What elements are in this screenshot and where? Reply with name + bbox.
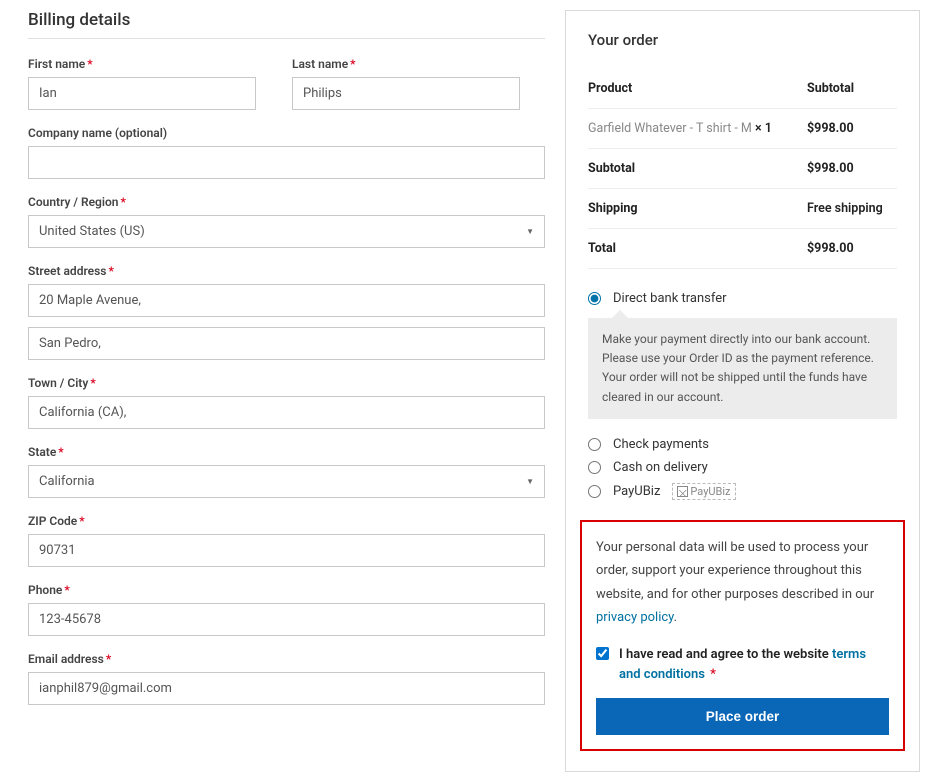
required-marker: *	[106, 652, 111, 666]
email-label: Email address*	[28, 652, 545, 666]
required-marker: *	[58, 445, 63, 459]
payment-check-label: Check payments	[613, 437, 709, 452]
required-marker: *	[350, 57, 355, 71]
last-name-label: Last name*	[292, 57, 520, 71]
country-label: Country / Region*	[28, 195, 545, 209]
last-name-input[interactable]	[292, 77, 520, 110]
subtotal-header: Subtotal	[807, 69, 897, 109]
total-value: $998.00	[807, 229, 897, 269]
subtotal-label: Subtotal	[588, 149, 807, 189]
payment-option-cod[interactable]: Cash on delivery	[588, 456, 897, 479]
radio-payu[interactable]	[588, 485, 601, 498]
payment-bank-label: Direct bank transfer	[613, 291, 727, 306]
product-qty: × 1	[755, 121, 772, 136]
zip-label: ZIP Code*	[28, 514, 545, 528]
order-table: Product Subtotal Garfield Whatever - T s…	[588, 69, 897, 269]
payment-cod-label: Cash on delivery	[613, 460, 708, 475]
state-value: California	[39, 474, 95, 489]
total-label: Total	[588, 229, 807, 269]
terms-checkbox[interactable]	[596, 647, 609, 660]
billing-title: Billing details	[28, 10, 545, 30]
company-label: Company name (optional)	[28, 126, 545, 140]
table-row: Total $998.00	[588, 229, 897, 269]
required-marker: *	[79, 514, 84, 528]
payment-bank-desc: Make your payment directly into our bank…	[588, 318, 897, 419]
divider	[28, 38, 545, 39]
required-marker: *	[90, 376, 95, 390]
line-item-price: $998.00	[807, 109, 897, 149]
payment-payu-label: PayUBiz	[613, 484, 660, 499]
chevron-down-icon: ▼	[526, 227, 534, 236]
table-row: Garfield Whatever - T shirt - M × 1 $998…	[588, 109, 897, 149]
state-label: State*	[28, 445, 545, 459]
radio-bank[interactable]	[588, 292, 601, 305]
zip-input[interactable]	[28, 534, 545, 567]
shipping-label: Shipping	[588, 189, 807, 229]
product-name: Garfield Whatever - T shirt - M	[588, 121, 755, 136]
phone-input[interactable]	[28, 603, 545, 636]
product-header: Product	[588, 69, 807, 109]
required-marker: *	[108, 264, 113, 278]
radio-check[interactable]	[588, 438, 601, 451]
company-input[interactable]	[28, 146, 545, 179]
chevron-down-icon: ▼	[526, 477, 534, 486]
required-marker: *	[87, 57, 92, 71]
city-input[interactable]	[28, 396, 545, 429]
privacy-policy-link[interactable]: privacy policy	[596, 610, 674, 625]
radio-cod[interactable]	[588, 461, 601, 474]
street-label: Street address*	[28, 264, 545, 278]
state-select[interactable]: California ▼	[28, 465, 545, 498]
order-title: Your order	[588, 31, 897, 49]
phone-label: Phone*	[28, 583, 545, 597]
street1-input[interactable]	[28, 284, 545, 317]
privacy-text: Your personal data will be used to proce…	[596, 536, 889, 630]
table-row: Subtotal $998.00	[588, 149, 897, 189]
shipping-value: Free shipping	[807, 189, 897, 229]
place-order-button[interactable]: Place order	[596, 698, 889, 735]
required-marker: *	[710, 667, 716, 682]
payment-option-check[interactable]: Check payments	[588, 433, 897, 456]
first-name-label: First name*	[28, 57, 256, 71]
payu-image-placeholder: PayUBiz	[672, 483, 735, 500]
payment-option-bank[interactable]: Direct bank transfer	[588, 287, 897, 310]
street2-input[interactable]	[28, 327, 545, 360]
required-marker: *	[64, 583, 69, 597]
broken-image-icon	[677, 486, 688, 497]
country-select[interactable]: United States (US) ▼	[28, 215, 545, 248]
table-row: Shipping Free shipping	[588, 189, 897, 229]
payment-option-payu[interactable]: PayUBiz PayUBiz	[588, 479, 897, 504]
terms-highlight-box: Your personal data will be used to proce…	[580, 520, 905, 752]
email-input[interactable]	[28, 672, 545, 705]
subtotal-value: $998.00	[807, 149, 897, 189]
city-label: Town / City*	[28, 376, 545, 390]
first-name-input[interactable]	[28, 77, 256, 110]
terms-label: I have read and agree to the website ter…	[619, 645, 889, 684]
country-value: United States (US)	[39, 224, 145, 239]
required-marker: *	[121, 195, 126, 209]
